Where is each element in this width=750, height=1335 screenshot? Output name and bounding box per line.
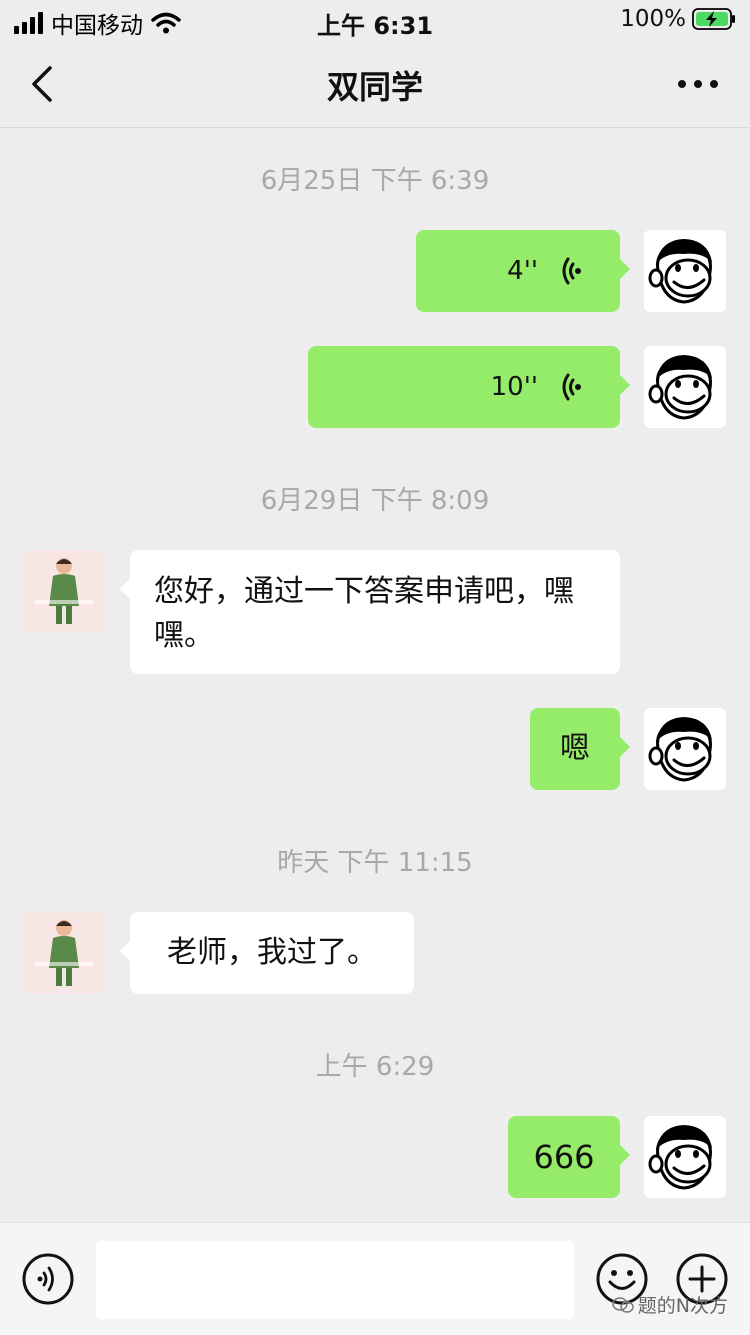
nav-divider bbox=[0, 127, 750, 128]
timestamp: 6月25日 下午 6:39 bbox=[260, 166, 490, 196]
battery-percent: 100% bbox=[620, 6, 686, 32]
outgoing-text-message[interactable]: 嗯 bbox=[530, 708, 630, 790]
avatar-self[interactable] bbox=[644, 346, 726, 428]
status-bar: 中国移动 上午 6:31 100% bbox=[0, 0, 750, 40]
voice-message-bubble[interactable]: 4'' bbox=[416, 230, 630, 312]
avatar-self[interactable] bbox=[644, 230, 726, 312]
message-input[interactable] bbox=[96, 1241, 574, 1319]
voice-wave-icon bbox=[562, 373, 583, 401]
timestamp: 昨天 下午 11:15 bbox=[277, 848, 473, 878]
avatar-self[interactable] bbox=[644, 1116, 726, 1198]
avatar-peer[interactable] bbox=[23, 550, 105, 632]
voice-message-bubble[interactable]: 10'' bbox=[308, 346, 630, 428]
wechat-logo-icon bbox=[612, 1296, 634, 1313]
monkey-avatar-icon bbox=[648, 1123, 714, 1190]
outgoing-text-message[interactable]: 666 bbox=[508, 1116, 630, 1198]
timestamp: 6月29日 下午 8:09 bbox=[260, 486, 490, 516]
monkey-avatar-icon bbox=[648, 353, 714, 420]
monkey-avatar-icon bbox=[648, 237, 714, 304]
voice-duration: 4'' bbox=[507, 256, 538, 286]
girl-avatar-icon bbox=[35, 920, 93, 986]
input-bar: 题的N次方 bbox=[0, 1222, 750, 1335]
avatar-peer[interactable] bbox=[23, 912, 105, 994]
watermark-text: 题的N次方 bbox=[637, 1295, 728, 1317]
incoming-text-message[interactable]: 您好，通过一下答案申请吧，嘿嘿。 bbox=[120, 550, 620, 674]
chat-title: 双同学 bbox=[326, 68, 423, 106]
voice-mode-icon[interactable] bbox=[22, 1253, 74, 1305]
voice-wave-icon bbox=[562, 257, 583, 285]
incoming-text-message[interactable]: 老师，我过了。 bbox=[120, 912, 414, 994]
more-icon[interactable] bbox=[676, 74, 720, 94]
battery-charging-icon bbox=[692, 8, 735, 30]
avatar-self[interactable] bbox=[644, 708, 726, 790]
watermark: 题的N次方 bbox=[612, 1291, 728, 1318]
nav-bar: 双同学 bbox=[0, 40, 750, 128]
monkey-avatar-icon bbox=[648, 715, 714, 782]
girl-avatar-icon bbox=[35, 558, 93, 624]
timestamp: 上午 6:29 bbox=[315, 1052, 435, 1082]
voice-duration: 10'' bbox=[490, 372, 538, 402]
